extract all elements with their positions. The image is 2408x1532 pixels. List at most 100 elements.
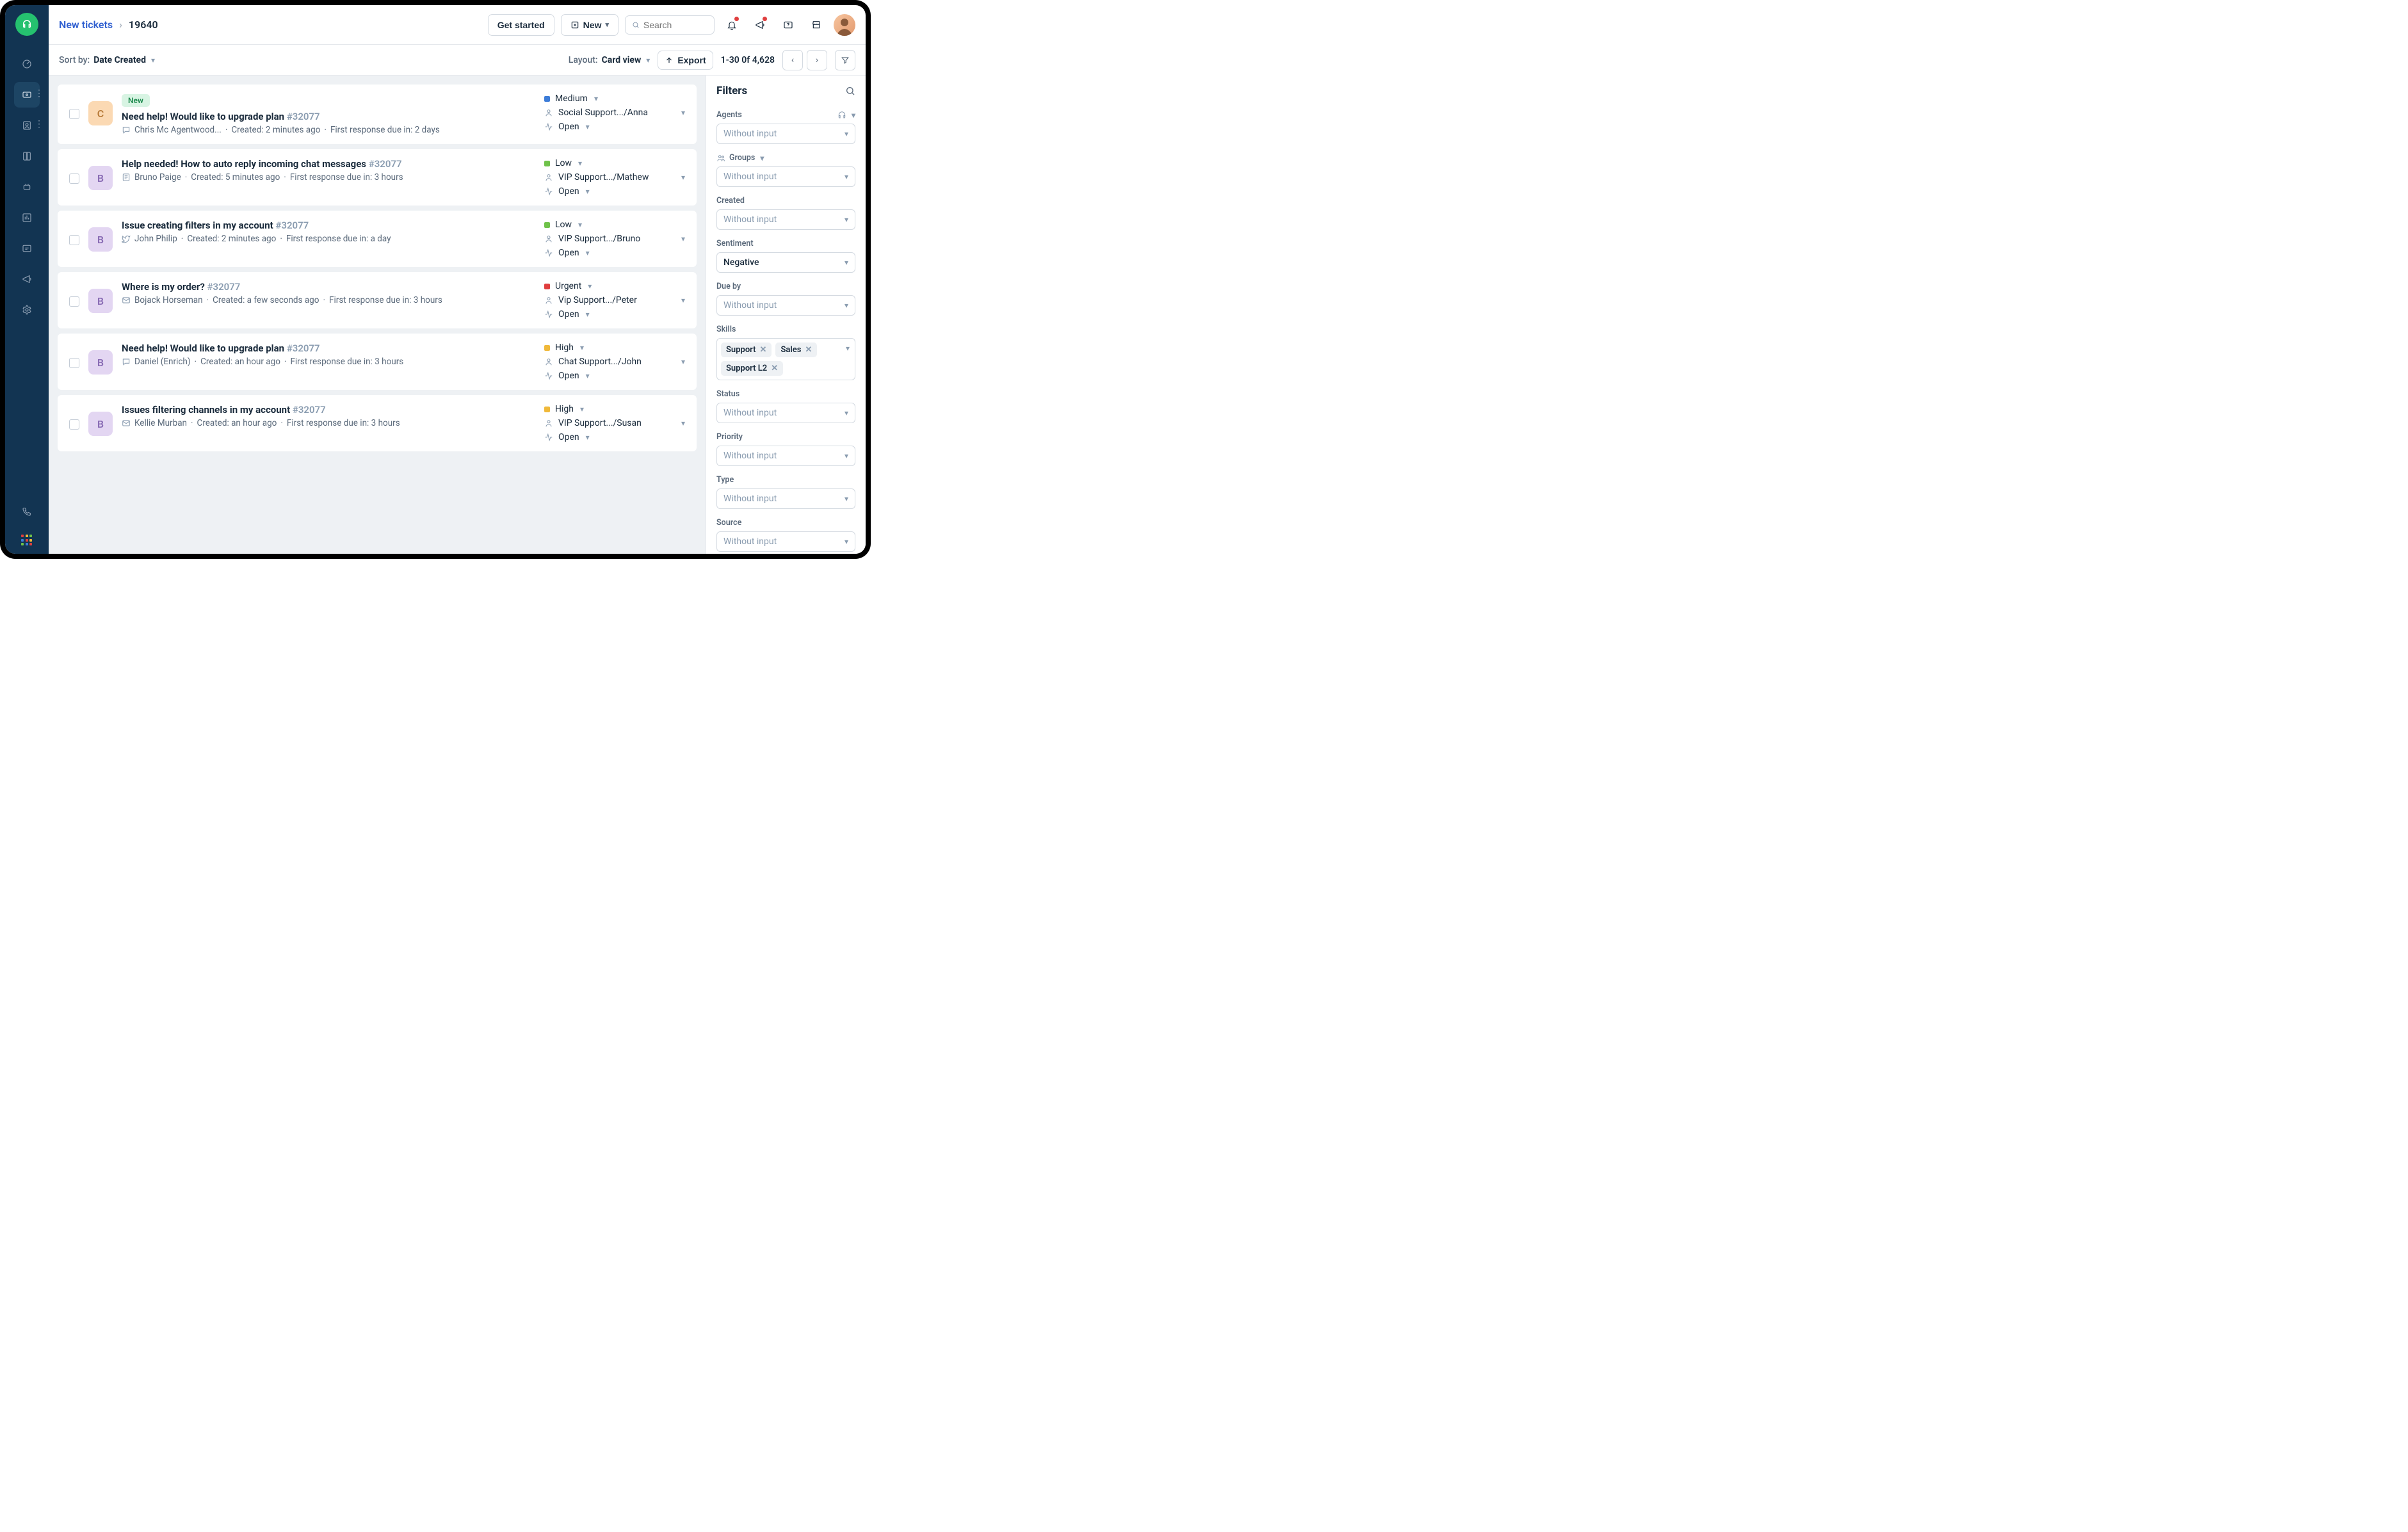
source-icon (122, 296, 131, 305)
ticket-card[interactable]: B Help needed! How to auto reply incomin… (58, 149, 697, 206)
sort-by-control[interactable]: Sort by: Date Created ▾ (59, 55, 155, 65)
tickets-list: C New Need help! Would like to upgrade p… (49, 76, 706, 554)
announcement-icon[interactable] (749, 14, 771, 36)
help-icon[interactable] (777, 14, 799, 36)
priority-select[interactable]: High ▾ (544, 404, 685, 414)
user-avatar[interactable] (834, 14, 855, 36)
pager-next[interactable]: › (807, 50, 827, 70)
marketplace-icon[interactable] (805, 14, 827, 36)
ticket-card[interactable]: C New Need help! Would like to upgrade p… (58, 85, 697, 144)
filter-toggle-button[interactable] (835, 50, 855, 70)
assignee-select[interactable]: Vip Support.../Peter ▾ (544, 295, 685, 305)
ticket-checkbox[interactable] (69, 109, 79, 119)
new-badge: New (122, 94, 150, 107)
assignee-select[interactable]: VIP Support.../Mathew ▾ (544, 172, 685, 182)
ticket-number: #32077 (369, 158, 402, 170)
filter-groups-select[interactable]: Without input▾ (716, 166, 855, 187)
remove-tag-icon[interactable]: ✕ (805, 345, 812, 355)
nav-tickets[interactable] (14, 82, 40, 108)
apps-launcher-icon[interactable] (21, 535, 33, 546)
priority-select[interactable]: High ▾ (544, 343, 685, 353)
ticket-title[interactable]: Issue creating filters in my account #32… (122, 220, 544, 231)
filter-sentiment-select[interactable]: Negative▾ (716, 252, 855, 273)
filter-created-select[interactable]: Without input▾ (716, 209, 855, 230)
filter-dueby-label: Due by (716, 282, 741, 291)
assignee-select[interactable]: VIP Support.../Bruno ▾ (544, 234, 685, 244)
filter-agents-select[interactable]: Without input▾ (716, 124, 855, 144)
nav-analytics[interactable] (14, 205, 40, 230)
ticket-title[interactable]: Help needed! How to auto reply incoming … (122, 158, 544, 170)
ticket-author: Chris Mc Agentwood... (134, 125, 222, 135)
export-button[interactable]: Export (658, 51, 713, 70)
ticket-checkbox[interactable] (69, 173, 79, 184)
filter-agents-label: Agents (716, 110, 742, 120)
nav-knowledge[interactable] (14, 143, 40, 169)
ticket-card[interactable]: B Issue creating filters in my account #… (58, 211, 697, 267)
user-icon (544, 173, 553, 182)
ticket-number: #32077 (293, 404, 326, 415)
filter-priority-select[interactable]: Without input▾ (716, 446, 855, 466)
search-icon (632, 20, 640, 29)
status-select[interactable]: Open ▾ (544, 186, 685, 197)
ticket-title[interactable]: Where is my order? #32077 (122, 281, 544, 293)
status-select[interactable]: Open ▾ (544, 122, 685, 132)
layout-control[interactable]: Layout: Card view ▾ (569, 55, 650, 65)
ticket-checkbox[interactable] (69, 296, 79, 307)
ticket-checkbox[interactable] (69, 358, 79, 368)
status-select[interactable]: Open ▾ (544, 248, 685, 258)
filter-status-select[interactable]: Without input▾ (716, 403, 855, 423)
ticket-checkbox[interactable] (69, 419, 79, 430)
get-started-button[interactable]: Get started (488, 14, 554, 36)
ticket-title[interactable]: Need help! Would like to upgrade plan #3… (122, 111, 544, 122)
filter-type-select[interactable]: Without input▾ (716, 488, 855, 509)
priority-dot (544, 222, 550, 228)
search-icon[interactable] (845, 86, 855, 96)
chevron-down-icon: ▾ (681, 357, 685, 366)
sidebar (5, 5, 49, 554)
assignee-select[interactable]: VIP Support.../Susan ▾ (544, 418, 685, 428)
filter-skills-select[interactable]: ▾ Support ✕Sales ✕Support L2 ✕ (716, 338, 855, 380)
activity-icon (544, 433, 553, 442)
pager-prev[interactable]: ‹ (782, 50, 803, 70)
priority-select[interactable]: Medium ▾ (544, 93, 685, 104)
new-button[interactable]: New ▾ (561, 14, 618, 36)
nav-settings[interactable] (14, 297, 40, 323)
ticket-checkbox[interactable] (69, 235, 79, 245)
status-select[interactable]: Open ▾ (544, 432, 685, 442)
remove-tag-icon[interactable]: ✕ (760, 345, 767, 355)
priority-select[interactable]: Low ▾ (544, 158, 685, 168)
remove-tag-icon[interactable]: ✕ (771, 364, 778, 373)
priority-select[interactable]: Low ▾ (544, 220, 685, 230)
filter-source-select[interactable]: Without input▾ (716, 531, 855, 552)
filter-dueby-select[interactable]: Without input▾ (716, 295, 855, 316)
ticket-title[interactable]: Issues filtering channels in my account … (122, 404, 544, 415)
nav-bot[interactable] (14, 174, 40, 200)
filters-title: Filters (716, 85, 747, 97)
notifications-icon[interactable] (721, 14, 743, 36)
ticket-card[interactable]: B Where is my order? #32077 Bojack Horse… (58, 272, 697, 328)
chevron-down-icon: ▾ (681, 296, 685, 305)
ticket-author: Bruno Paige (134, 172, 181, 182)
assignee-select[interactable]: Social Support.../Anna ▾ (544, 108, 685, 118)
assignee-select[interactable]: Chat Support.../John ▾ (544, 357, 685, 367)
status-select[interactable]: Open ▾ (544, 309, 685, 319)
priority-select[interactable]: Urgent ▾ (544, 281, 685, 291)
ticket-title[interactable]: Need help! Would like to upgrade plan #3… (122, 343, 544, 354)
ticket-card[interactable]: B Need help! Would like to upgrade plan … (58, 334, 697, 390)
nav-contacts[interactable] (14, 113, 40, 138)
nav-announcement[interactable] (14, 266, 40, 292)
app-logo[interactable] (15, 13, 38, 36)
assignee-value: Chat Support.../John (558, 357, 642, 367)
filter-type-label: Type (716, 475, 734, 485)
nav-dashboard[interactable] (14, 51, 40, 77)
nav-phone[interactable] (14, 499, 40, 524)
search-input-wrap[interactable] (625, 15, 715, 35)
new-button-label: New (583, 20, 602, 30)
ticket-card[interactable]: B Issues filtering channels in my accoun… (58, 395, 697, 451)
nav-social[interactable] (14, 236, 40, 261)
search-input[interactable] (643, 20, 707, 30)
status-select[interactable]: Open ▾ (544, 371, 685, 381)
chevron-down-icon: ▾ (586, 187, 590, 196)
skill-tag: Support ✕ (721, 343, 772, 357)
breadcrumb-new-tickets[interactable]: New tickets (59, 19, 113, 31)
